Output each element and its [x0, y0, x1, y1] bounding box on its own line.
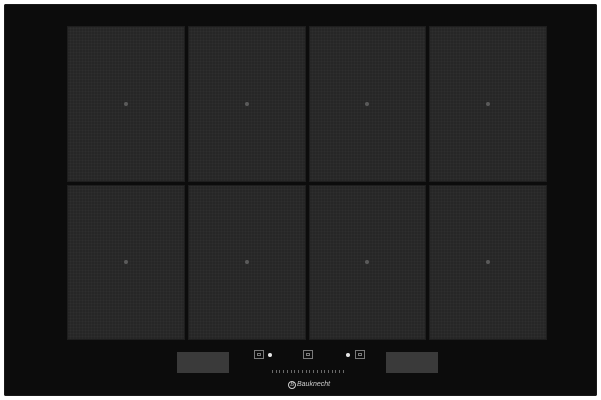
slider-tick: [298, 370, 300, 373]
induction-hob: B Bauknecht: [4, 4, 597, 396]
slider-tick: [328, 370, 330, 373]
slider-tick: [294, 370, 296, 373]
slider-tick: [313, 370, 315, 373]
right-indicator-dot: [346, 353, 350, 357]
right-zone-select-icon[interactable]: [355, 350, 365, 359]
slider-tick: [283, 370, 285, 373]
center-function-icon[interactable]: [303, 350, 313, 359]
slider-tick: [331, 370, 333, 373]
slider-tick: [339, 370, 341, 373]
slider-tick: [272, 370, 273, 373]
slider-tick: [324, 370, 326, 373]
cooking-zones-grid: [67, 26, 547, 340]
slider-tick: [279, 370, 281, 373]
cooking-zone-2[interactable]: [187, 26, 306, 182]
slider-tick: [309, 370, 311, 373]
right-power-display: [386, 352, 438, 373]
slider-tick: [316, 370, 318, 373]
slider-tick: [275, 370, 277, 373]
slider-tick: [305, 370, 307, 373]
brand-name: Bauknecht: [297, 381, 331, 388]
slider-tick: [320, 370, 322, 373]
brand-logo-mark: B: [288, 380, 296, 389]
cooking-zone-6[interactable]: [187, 184, 306, 340]
zone-center-dot-icon: [365, 260, 370, 265]
zone-center-dot-icon: [123, 101, 128, 106]
cooking-zone-5[interactable]: [67, 184, 185, 340]
slider-tick: [342, 370, 344, 373]
slider-tick: [286, 370, 288, 373]
left-power-display: [177, 352, 229, 373]
left-indicator-dot: [268, 353, 272, 357]
slider-tick: [335, 370, 337, 373]
slider-tick: [301, 370, 303, 373]
cooking-zone-4[interactable]: [429, 26, 547, 182]
zone-center-dot-icon: [486, 260, 491, 265]
cooking-zone-1[interactable]: [67, 26, 185, 182]
cooking-zone-7[interactable]: [308, 184, 427, 340]
cooking-zone-3[interactable]: [308, 26, 427, 182]
power-slider[interactable]: [272, 370, 344, 373]
slider-tick: [290, 370, 292, 373]
zone-center-dot-icon: [486, 101, 491, 106]
cooking-zone-8[interactable]: [429, 184, 547, 340]
zone-center-dot-icon: [365, 101, 370, 106]
left-zone-select-icon[interactable]: [254, 350, 264, 359]
zone-center-dot-icon: [244, 260, 249, 265]
zone-center-dot-icon: [123, 260, 128, 265]
brand-logo: B Bauknecht: [288, 379, 330, 390]
zone-center-dot-icon: [244, 101, 249, 106]
